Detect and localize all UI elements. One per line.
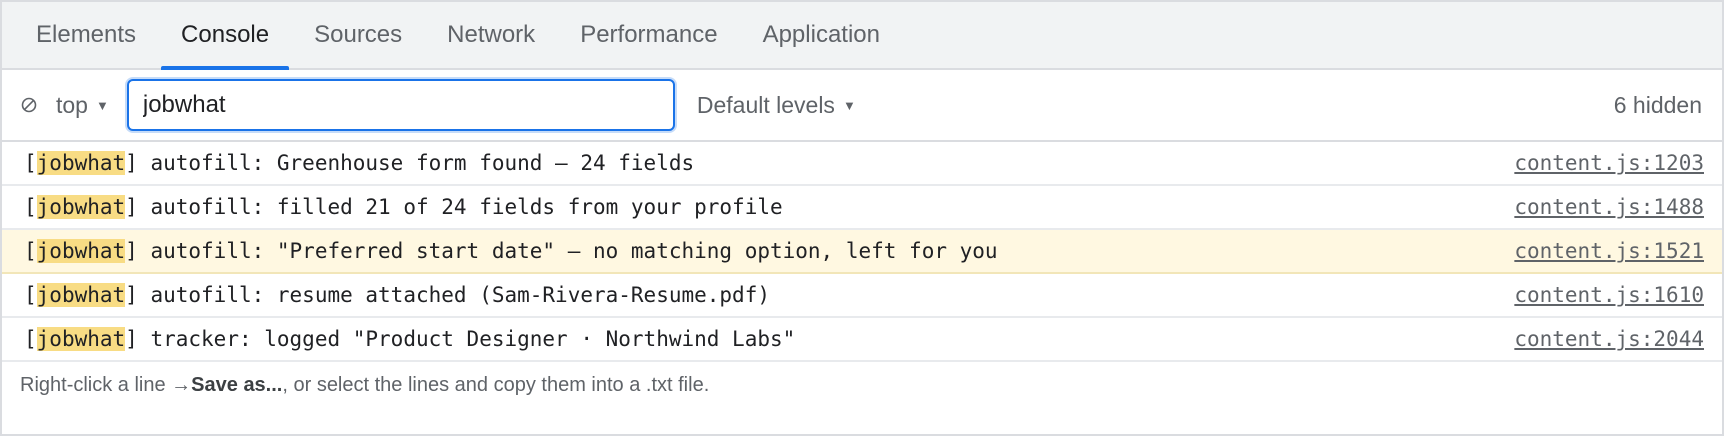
hint-suffix: , or select the lines and copy them into… — [282, 373, 710, 396]
search-highlight: jobwhat — [36, 195, 126, 219]
message-text: [jobwhat] tracker: logged "Product Desig… — [24, 327, 796, 351]
message-text: [jobwhat] autofill: filled 21 of 24 fiel… — [24, 195, 783, 219]
console-message-row[interactable]: [jobwhat] autofill: Greenhouse form foun… — [2, 142, 1722, 186]
save-hint: Right-click a line → Save as..., or sele… — [2, 362, 1722, 408]
tab-console[interactable]: Console — [161, 2, 290, 70]
hint-save-as: Save as... — [191, 373, 283, 396]
tab-label: Console — [181, 21, 270, 48]
context-label: top — [56, 91, 88, 118]
console-warning-row[interactable]: [jobwhat] autofill: "Preferred start dat… — [2, 230, 1722, 274]
caret-down-icon: ▼ — [95, 97, 109, 113]
source-link[interactable]: content.js:1521 — [1514, 239, 1704, 263]
console-message-row[interactable]: [jobwhat] tracker: logged "Product Desig… — [2, 318, 1722, 362]
tab-sources[interactable]: Sources — [294, 2, 422, 68]
message-body: autofill: filled 21 of 24 fields from yo… — [150, 195, 783, 219]
hidden-messages-count[interactable]: 6 hidden — [1614, 92, 1702, 119]
tab-label: Performance — [580, 21, 718, 48]
console-message-row[interactable]: [jobwhat] autofill: filled 21 of 24 fiel… — [2, 186, 1722, 230]
source-link[interactable]: content.js:1488 — [1514, 195, 1704, 219]
tab-performance[interactable]: Performance — [560, 2, 737, 68]
message-body: tracker: logged "Product Designer · Nort… — [150, 327, 796, 351]
console-filter-toolbar: top ▼ Default levels ▼ 6 hidden — [2, 70, 1722, 142]
log-levels-dropdown[interactable]: Default levels ▼ — [697, 92, 856, 119]
console-messages: [jobwhat] autofill: Greenhouse form foun… — [2, 142, 1722, 362]
tab-application[interactable]: Application — [743, 2, 900, 68]
tab-label: Network — [447, 21, 536, 48]
message-body: autofill: "Preferred start date" — no ma… — [150, 239, 998, 263]
tab-elements[interactable]: Elements — [16, 2, 156, 68]
devtools-panel: Elements Console Sources Network Perform… — [0, 0, 1724, 436]
caret-down-icon: ▼ — [842, 97, 856, 113]
tab-label: Sources — [314, 21, 403, 48]
log-levels-label: Default levels — [696, 91, 835, 118]
console-message-row[interactable]: [jobwhat] autofill: resume attached (Sam… — [2, 274, 1722, 318]
search-highlight: jobwhat — [36, 283, 126, 307]
source-link[interactable]: content.js:1203 — [1514, 151, 1704, 175]
console-filter-input[interactable] — [126, 79, 675, 131]
search-highlight: jobwhat — [36, 239, 126, 263]
tab-network[interactable]: Network — [427, 2, 555, 68]
source-link[interactable]: content.js:1610 — [1514, 283, 1704, 307]
devtools-tab-bar: Elements Console Sources Network Perform… — [2, 2, 1722, 70]
message-text: [jobwhat] autofill: Greenhouse form foun… — [24, 151, 695, 175]
clear-console-icon[interactable] — [18, 94, 40, 116]
source-link[interactable]: content.js:2044 — [1514, 327, 1704, 351]
message-body: autofill: resume attached (Sam-Rivera-Re… — [150, 283, 770, 307]
hint-prefix: Right-click a line → — [20, 373, 192, 396]
message-body: autofill: Greenhouse form found — 24 fie… — [150, 151, 695, 175]
search-highlight: jobwhat — [36, 327, 126, 351]
tab-label: Elements — [36, 21, 137, 48]
message-text: [jobwhat] autofill: "Preferred start dat… — [24, 239, 998, 263]
search-highlight: jobwhat — [36, 151, 126, 175]
tab-label: Application — [762, 21, 880, 48]
message-text: [jobwhat] autofill: resume attached (Sam… — [24, 283, 770, 307]
context-selector[interactable]: top ▼ — [56, 92, 109, 119]
